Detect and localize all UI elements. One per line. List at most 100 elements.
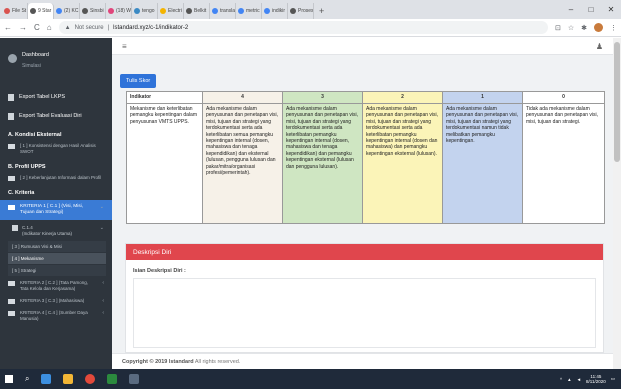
maximize-icon[interactable]: □ xyxy=(581,0,601,19)
rubric-table: Indikator 4 3 2 1 0 Mekanisme dan keterl… xyxy=(126,91,605,224)
sidebar-item-label: [ 2 ] Keberlanjutan Informasi dalam Prof… xyxy=(20,175,102,180)
close-window-icon[interactable]: ✕ xyxy=(601,0,621,19)
sidebar-item-profil[interactable]: [ 2 ] Keberlanjutan Informasi dalam Prof… xyxy=(0,172,112,184)
browser-tab[interactable]: indikir✕ xyxy=(262,3,288,19)
sidebar-item-swot[interactable]: [ 1 ] Konsistensi dengan Hasil Analisis … xyxy=(0,140,112,158)
sidebar-item-label: C.1.4 xyxy=(22,225,33,230)
sidebar-leaf-mekanisme[interactable]: [ 4 ] Mekanisme xyxy=(8,253,106,264)
header-indikator: Indikator xyxy=(126,91,203,104)
url-field[interactable]: ▲ Not secure | lstandard.xyz/c-1/indikat… xyxy=(58,21,548,34)
new-tab-button[interactable]: + xyxy=(314,3,329,19)
app-icon-2[interactable] xyxy=(129,374,140,384)
deskripsi-label: Isian Deskripsi Diri : xyxy=(133,268,186,274)
folder-icon xyxy=(8,311,15,316)
edge-icon[interactable] xyxy=(41,374,52,384)
sidebar-item-label: Export Tabel Evaluasi Diri xyxy=(19,113,82,119)
app-icon[interactable] xyxy=(107,374,118,384)
window-controls: – □ ✕ xyxy=(561,0,621,19)
windows-start-icon[interactable] xyxy=(5,375,13,383)
browser-tab[interactable]: Belkit✕ xyxy=(184,3,210,19)
chevron-left-icon: ‹ xyxy=(102,298,104,304)
chrome-icon[interactable] xyxy=(85,374,96,384)
not-secure-icon[interactable]: ▲ xyxy=(65,25,71,31)
sidebar-item-export-evaluasi[interactable]: Export Tabel Evaluasi Diri xyxy=(0,107,112,126)
sidebar-item-kriteria-2[interactable]: KRITERIA 2 [ C.2 ] (Tata Pamong, Tata Ke… xyxy=(0,277,112,295)
sidebar-item-c14[interactable]: C.1.4 (Indikator Kinerja Utama) ⌄ xyxy=(0,222,112,240)
minimize-icon[interactable]: – xyxy=(561,0,581,19)
browser-tab[interactable]: tengo✕ xyxy=(132,3,158,19)
profile-avatar[interactable] xyxy=(594,23,603,32)
browser-tab[interactable]: Proses✕ xyxy=(288,3,314,19)
tab-favicon-icon xyxy=(160,8,166,14)
header-score-4: 4 xyxy=(202,91,283,104)
section-profil: B. Profil UPPS xyxy=(8,164,46,170)
clock[interactable]: 11:45 8/11/2020 xyxy=(586,374,606,385)
hamburger-icon[interactable]: ≡ xyxy=(122,42,127,51)
chevron-down-icon: ⌄ xyxy=(99,204,104,210)
browser-tab-bar: File St✕9 Star✕(2) KC✕Sinsbi✕(18) W✕teng… xyxy=(0,0,621,19)
browser-tab[interactable]: transla✕ xyxy=(210,3,236,19)
extension-icon[interactable]: ✱ xyxy=(581,24,587,32)
system-tray: ^ ▲ ◄ 11:45 8/11/2020 ▭ xyxy=(560,374,621,385)
sidebar-item-label: KRITERIA 3 [ C.3 ] (Mahasiswa) xyxy=(20,298,85,303)
file-icon xyxy=(8,113,14,120)
tab-favicon-icon xyxy=(56,8,62,14)
user-title: Dashboard xyxy=(22,52,49,58)
deskripsi-panel: Deskripsi Diri Isian Deskripsi Diri : xyxy=(125,243,604,353)
cell-score-1: Ada mekanisme dalam penyusunan dan penet… xyxy=(442,103,523,224)
browser-tab[interactable]: Sinsbi✕ xyxy=(80,3,106,19)
sidebar-item-label: KRITERIA 4 [ C.4 ] (Sumber Daya Manusia) xyxy=(20,310,88,321)
folder-icon xyxy=(8,299,15,304)
sidebar-item-kriteria-1[interactable]: KRITERIA 1 [ C.1 ] (Visi, Misi, Tujuan d… xyxy=(0,200,112,220)
rights-text: All rights reserved. xyxy=(194,359,241,365)
tab-label: indikir xyxy=(272,8,286,14)
sidebar-item-label: KRITERIA 2 [ C.2 ] (Tata Pamong, Tata Ke… xyxy=(20,280,89,291)
browser-tab[interactable]: Electri✕ xyxy=(158,3,184,19)
address-bar: ← → C ⌂ ▲ Not secure | lstandard.xyz/c-1… xyxy=(0,19,621,37)
sidebar-leaf-strategi[interactable]: [ 5 ] Strategi xyxy=(8,265,106,276)
volume-icon[interactable]: ◄ xyxy=(577,377,581,382)
star-icon[interactable]: ☆ xyxy=(568,24,574,32)
reload-icon[interactable]: C xyxy=(34,23,40,32)
tab-label: (18) W xyxy=(116,8,131,14)
network-icon[interactable]: ▲ xyxy=(567,377,571,382)
rubric-header-row: Indikator 4 3 2 1 0 xyxy=(126,91,605,104)
sidebar-item-kriteria-3[interactable]: KRITERIA 3 [ C.3 ] (Mahasiswa) ‹ xyxy=(0,295,112,307)
tab-favicon-icon xyxy=(212,8,218,14)
home-icon[interactable]: ⌂ xyxy=(47,23,52,32)
browser-tab[interactable]: (2) KC✕ xyxy=(54,3,80,19)
tulis-skor-button[interactable]: Tulis Skor xyxy=(120,74,157,88)
folder-icon xyxy=(8,281,15,286)
file-explorer-icon[interactable] xyxy=(63,374,74,384)
browser-tab[interactable]: metric✕ xyxy=(236,3,262,19)
sidebar-leaf-rumusan[interactable]: [ 3 ] Rumusan Visi & Misi xyxy=(8,241,106,252)
sidebar-item-label: KRITERIA 1 [ C.1 ] (Visi, Misi, Tujuan d… xyxy=(20,204,84,215)
page-scrollbar[interactable] xyxy=(613,38,621,369)
folder-icon xyxy=(8,205,15,210)
sidebar: Dashboard Simulasi Export Tabel LKPS Exp… xyxy=(0,38,112,369)
search-icon[interactable]: ⌕ xyxy=(25,374,29,384)
forward-icon[interactable]: → xyxy=(19,23,27,32)
url-text: lstandard.xyz/c-1/indikator-2 xyxy=(113,24,189,31)
translate-icon[interactable]: ⊡ xyxy=(555,24,561,32)
tab-label: 9 Star xyxy=(38,8,52,14)
back-icon[interactable]: ← xyxy=(4,23,12,32)
user-menu-icon[interactable]: ♟ xyxy=(596,42,603,51)
sidebar-item-kriteria-4[interactable]: KRITERIA 4 [ C.4 ] (Sumber Daya Manusia)… xyxy=(0,307,112,325)
browser-tab[interactable]: 9 Star✕ xyxy=(28,3,54,19)
tab-label: Electri xyxy=(168,8,182,14)
deskripsi-textarea[interactable] xyxy=(133,278,596,348)
notification-icon[interactable]: ▭ xyxy=(611,376,615,382)
sidebar-item-export-lkps[interactable]: Export Tabel LKPS xyxy=(0,88,112,107)
security-label: Not secure xyxy=(74,24,104,31)
scrollbar-thumb[interactable] xyxy=(614,42,620,162)
browser-tab[interactable]: (18) W✕ xyxy=(106,3,132,19)
file-icon xyxy=(8,94,14,101)
tab-label: File St xyxy=(12,8,27,14)
tray-up-icon[interactable]: ^ xyxy=(560,377,562,382)
menu-dots-icon[interactable]: ⋮ xyxy=(610,24,617,32)
sidebar-item-label: Export Tabel LKPS xyxy=(19,94,66,100)
sidebar-user[interactable]: Dashboard Simulasi xyxy=(0,38,112,88)
browser-tab[interactable]: File St✕ xyxy=(2,3,28,19)
section-kriteria: C. Kriteria xyxy=(8,190,35,196)
